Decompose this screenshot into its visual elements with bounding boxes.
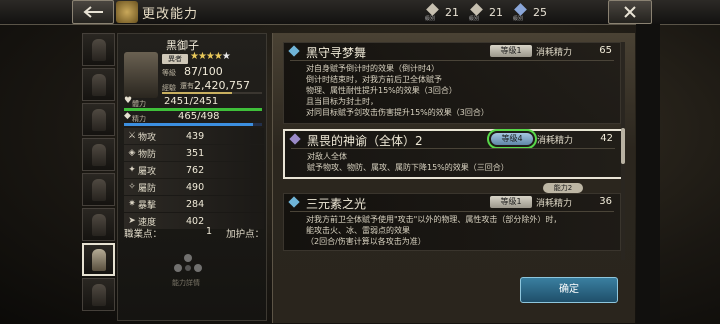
skill-name: 黑守寻梦舞 xyxy=(306,46,367,60)
right-edge xyxy=(636,24,660,324)
character-portrait-icon xyxy=(91,108,106,131)
party-slot[interactable] xyxy=(82,278,115,311)
drop-icon: ◆ xyxy=(124,111,131,121)
party-slot-selected[interactable] xyxy=(82,243,115,276)
scrollbar-thumb[interactable] xyxy=(621,128,625,164)
character-portrait-icon xyxy=(91,38,106,61)
party-slot[interactable] xyxy=(82,103,115,136)
back-button[interactable] xyxy=(72,0,114,24)
back-arrow-icon xyxy=(83,6,103,18)
bonus-points-label: 加护点： xyxy=(226,229,265,240)
job-points-label: 職業点： xyxy=(124,229,163,240)
level-value: 87/100 xyxy=(184,65,223,78)
stat-list: ⚔ 物攻 439 ◈ 物防 351 ✦ 屬攻 762 ✧ 屬防 490 ✷ 暴擊 284 ➤ 速度 40… xyxy=(124,128,264,230)
skill-cost-value: 42 xyxy=(600,133,613,144)
magic-shield-icon: ✧ xyxy=(128,182,136,192)
heart-icon: ♥ xyxy=(124,96,133,106)
skill-level-badge: 等级1 xyxy=(490,196,532,208)
skill-card-selected[interactable]: 黑畏的神谕（全体）2 等级4 消耗精力 42 对敌人全体 赋予物攻、物防、属攻、… xyxy=(283,129,623,179)
skill-name: 黑畏的神谕（全体）2 xyxy=(307,134,423,148)
hp-value: 2451/2451 xyxy=(164,96,219,107)
stat-row: ✧ 屬防 490 xyxy=(124,179,264,195)
party-slot[interactable] xyxy=(82,208,115,241)
skill-diamond-icon xyxy=(289,133,301,145)
level-value: 25 xyxy=(533,5,547,19)
divider xyxy=(290,60,614,61)
party-slot[interactable] xyxy=(82,138,115,171)
job-points-value: 1 xyxy=(206,226,213,237)
skill-cost-value: 36 xyxy=(599,196,612,207)
mp-value: 465/498 xyxy=(178,111,220,122)
skill-cost-label: 消耗精力 xyxy=(536,48,573,58)
top-bar: 更改能力 級別 21 級別 21 級別 25 xyxy=(0,0,720,25)
level-indicator: 級別 21 xyxy=(425,3,459,22)
divider xyxy=(291,148,615,149)
skill-level-badge[interactable]: 等级4 xyxy=(487,129,537,149)
diamond-icon: 級別 xyxy=(469,3,485,22)
skill-description: 对敌人全体 赋予物攻、物防、属攻、属防下降15%的效果（三回合） xyxy=(307,152,509,172)
stat-row: ◈ 物防 351 xyxy=(124,145,264,161)
party-slot[interactable] xyxy=(82,68,115,101)
level-value: 21 xyxy=(489,5,503,19)
level-label: 等級 xyxy=(162,69,176,77)
star-rating: ★★★★★ xyxy=(190,51,231,62)
crest-icon xyxy=(116,1,138,23)
page-title: 更改能力 xyxy=(142,7,199,22)
diamond-icon: 級別 xyxy=(425,3,441,22)
skill-card[interactable]: 黑守寻梦舞 等级1 消耗精力 65 对自身赋予倒计时的效果（倒计时4） 倒计时结… xyxy=(283,42,621,124)
crit-icon: ✷ xyxy=(128,199,136,209)
level-indicator: 級別 21 xyxy=(469,3,503,22)
magic-icon: ✦ xyxy=(128,165,136,175)
stat-row: ✦ 屬攻 762 xyxy=(124,162,264,178)
skill-cost-value: 65 xyxy=(599,45,612,56)
shield-icon: ◈ xyxy=(128,148,136,158)
character-portrait-icon xyxy=(91,283,106,306)
stat-row: ⚔ 物攻 439 xyxy=(124,128,264,144)
exp-value: 2,420,757 xyxy=(194,79,250,92)
character-portrait-icon xyxy=(91,248,106,271)
emblem-caption: 能力詳情 xyxy=(172,279,200,287)
exp-bar xyxy=(162,92,262,94)
character-portrait-icon xyxy=(91,73,106,96)
level-indicator: 級別 25 xyxy=(513,3,547,22)
confirm-button[interactable]: 确定 xyxy=(520,277,618,303)
emblem-icon xyxy=(174,254,202,272)
role-badge: 異者 xyxy=(162,54,188,64)
party-slots xyxy=(82,33,115,313)
character-portrait-icon xyxy=(91,143,106,166)
character-portrait-icon xyxy=(91,213,106,236)
skill-card[interactable]: 三元素之光 等级1 消耗精力 36 对我方前卫全体赋予使用"攻击"以外的物理、属… xyxy=(283,193,621,251)
level-indicators: 級別 21 級別 21 級別 25 xyxy=(425,2,547,22)
party-slot[interactable] xyxy=(82,173,115,206)
skill-cost-label: 消耗精力 xyxy=(536,199,573,209)
skill-description: 对我方前卫全体赋予使用"攻击"以外的物理、属性攻击（部分除外）时， 能攻击火、冰… xyxy=(306,215,562,246)
skill-description: 对自身赋予倒计时的效果（倒计时4） 倒计时结束时，对我方前后卫全体赋予 物理、属… xyxy=(306,64,489,117)
skill-name: 三元素之光 xyxy=(306,197,367,211)
diamond-icon: 級別 xyxy=(513,3,529,22)
stat-row: ✷ 暴擊 284 xyxy=(124,196,264,212)
speed-icon: ➤ xyxy=(128,216,136,226)
ability-detail-button[interactable]: 能力詳情 xyxy=(170,252,206,290)
level-value: 21 xyxy=(445,5,459,19)
party-slot[interactable] xyxy=(82,33,115,66)
skill-diamond-icon xyxy=(288,196,300,208)
scrollbar[interactable] xyxy=(621,42,625,260)
mp-bar xyxy=(124,123,262,126)
skill-cost-label: 消耗精力 xyxy=(537,136,574,146)
ability-tag: 能力2 xyxy=(543,183,583,193)
close-button[interactable] xyxy=(608,0,652,24)
exp-next-label: 還有 xyxy=(180,82,194,90)
skill-level-badge: 等级1 xyxy=(490,45,532,57)
character-portrait-icon xyxy=(91,178,106,201)
divider xyxy=(290,211,614,212)
character-portrait xyxy=(124,52,158,98)
close-icon xyxy=(624,6,636,18)
skill-diamond-icon xyxy=(288,45,300,57)
sword-icon: ⚔ xyxy=(127,131,137,141)
